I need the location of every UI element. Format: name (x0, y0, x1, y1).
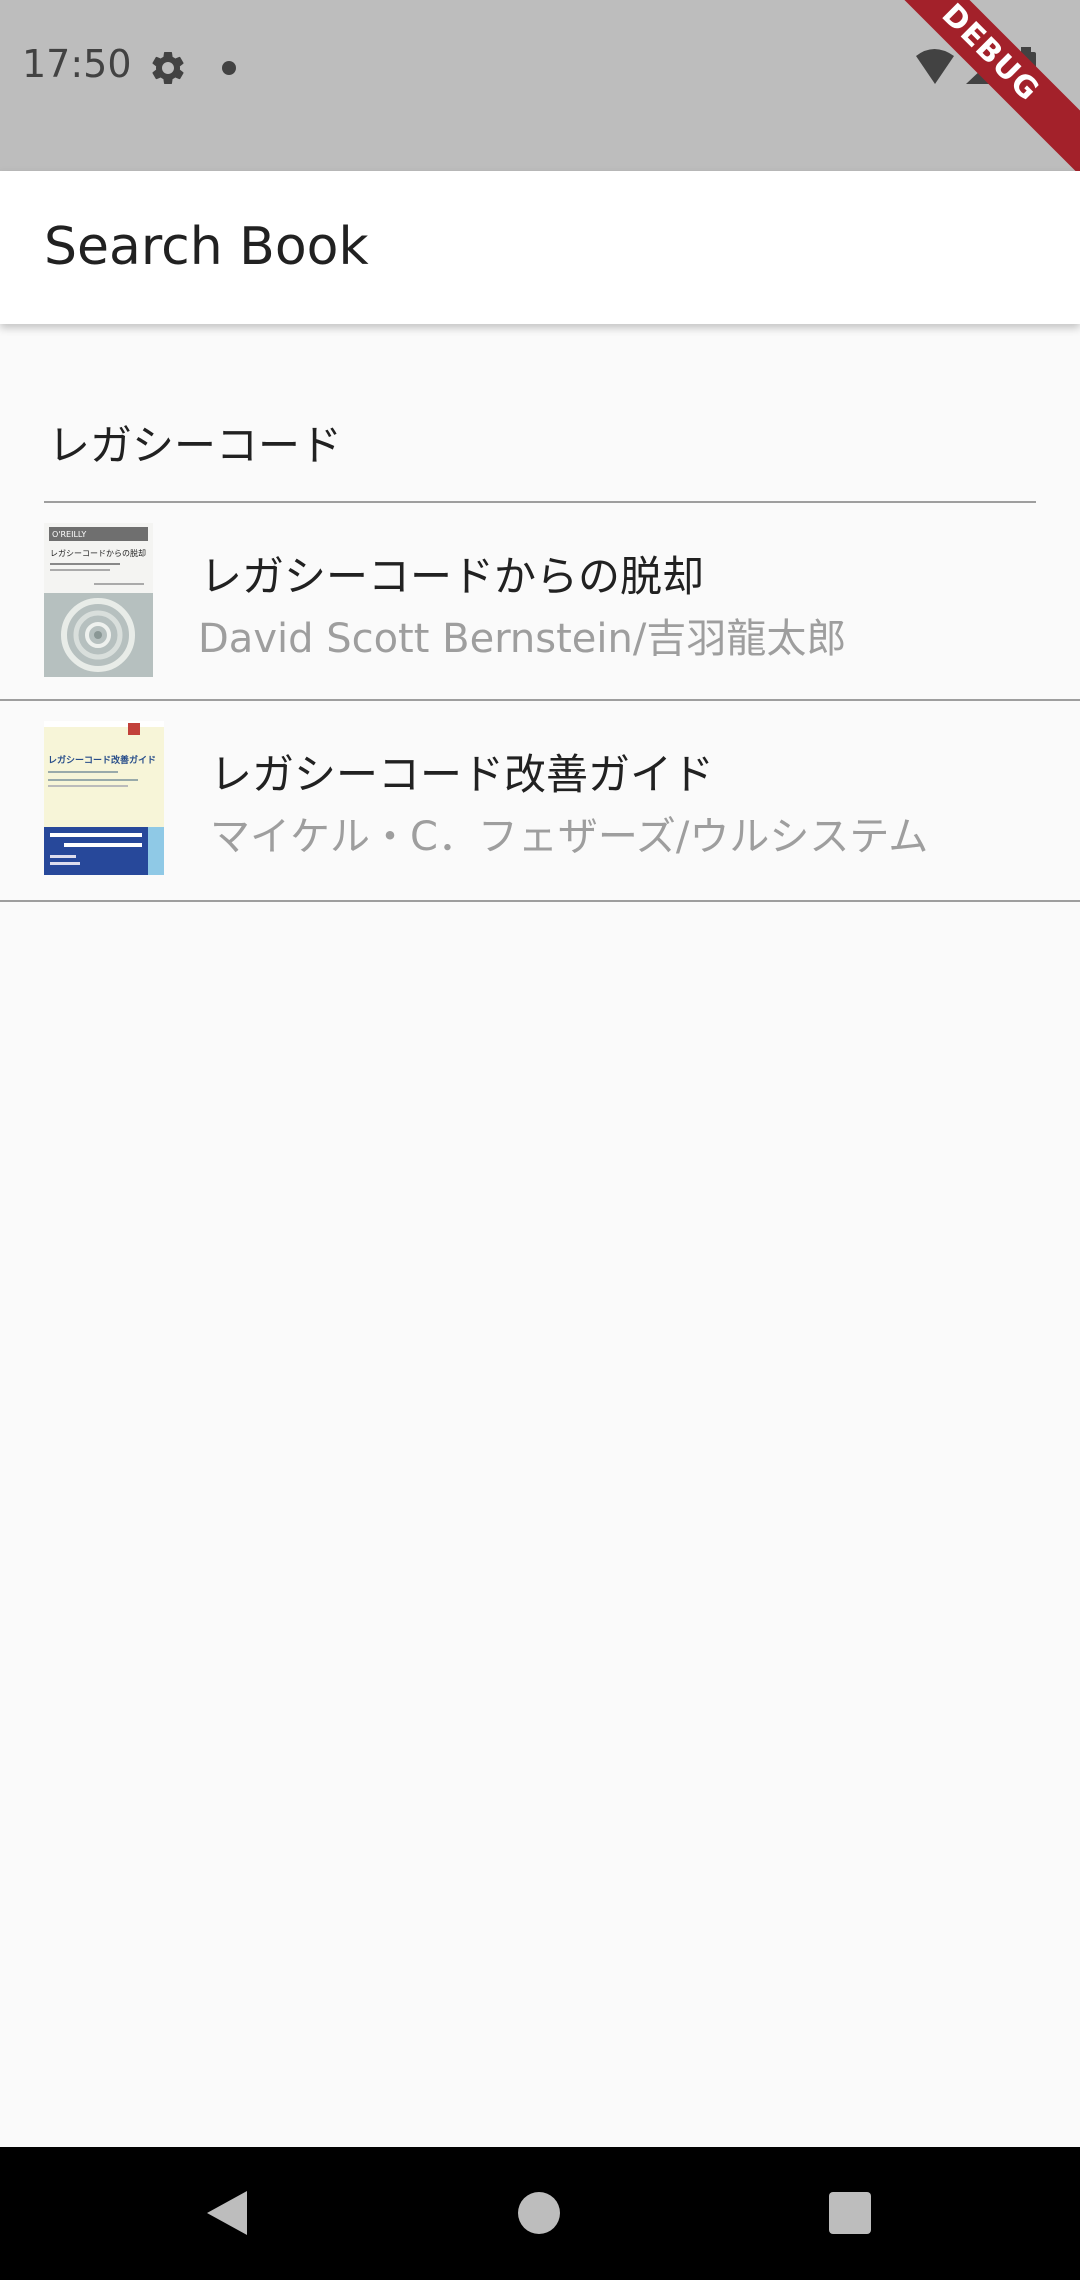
back-icon[interactable] (205, 2189, 249, 2237)
debug-banner: DEBUG (860, 0, 1080, 183)
screen: 17:50 DEBUG Search Book レガシーコード O'REILLY… (0, 0, 1080, 2280)
book-title: レガシーコード改善ガイド (210, 750, 715, 799)
book-list: O'REILLY レガシーコードからの脱却 レガシーコードからの脱却 David… (0, 503, 1080, 902)
book-cover-image: レガシーコード改善ガイド (44, 721, 164, 875)
cover-title-text: レガシーコード改善ガイド (48, 754, 156, 766)
page-title: Search Book (44, 217, 369, 277)
list-item[interactable]: O'REILLY レガシーコードからの脱却 レガシーコードからの脱却 David… (0, 503, 1080, 701)
app-bar: Search Book (0, 171, 1080, 324)
svg-text:O'REILLY: O'REILLY (52, 530, 86, 539)
book-cover-image: O'REILLY レガシーコードからの脱却 (44, 523, 153, 677)
wifi-icon (916, 49, 954, 84)
status-bar: 17:50 DEBUG (0, 0, 1080, 183)
home-icon[interactable] (518, 2192, 560, 2234)
navigation-bar (0, 2147, 1080, 2280)
search-input[interactable] (48, 407, 1028, 477)
status-time: 17:50 (22, 42, 132, 86)
book-authors: David Scott Bernstein/吉羽龍太郎 (198, 616, 847, 662)
notification-dot-icon (222, 61, 236, 75)
gear-icon (152, 51, 184, 84)
book-authors: マイケル・C．フェザーズ/ウルシステム (210, 814, 929, 860)
cover-title-text: レガシーコードからの脱却 (50, 548, 146, 558)
recents-icon[interactable] (829, 2192, 871, 2234)
book-title: レガシーコードからの脱却 (200, 552, 705, 601)
search-field[interactable] (44, 385, 1036, 503)
list-item[interactable]: レガシーコード改善ガイド レガシーコード改善ガイド マイケル・C．フェザーズ/ウ… (0, 701, 1080, 902)
